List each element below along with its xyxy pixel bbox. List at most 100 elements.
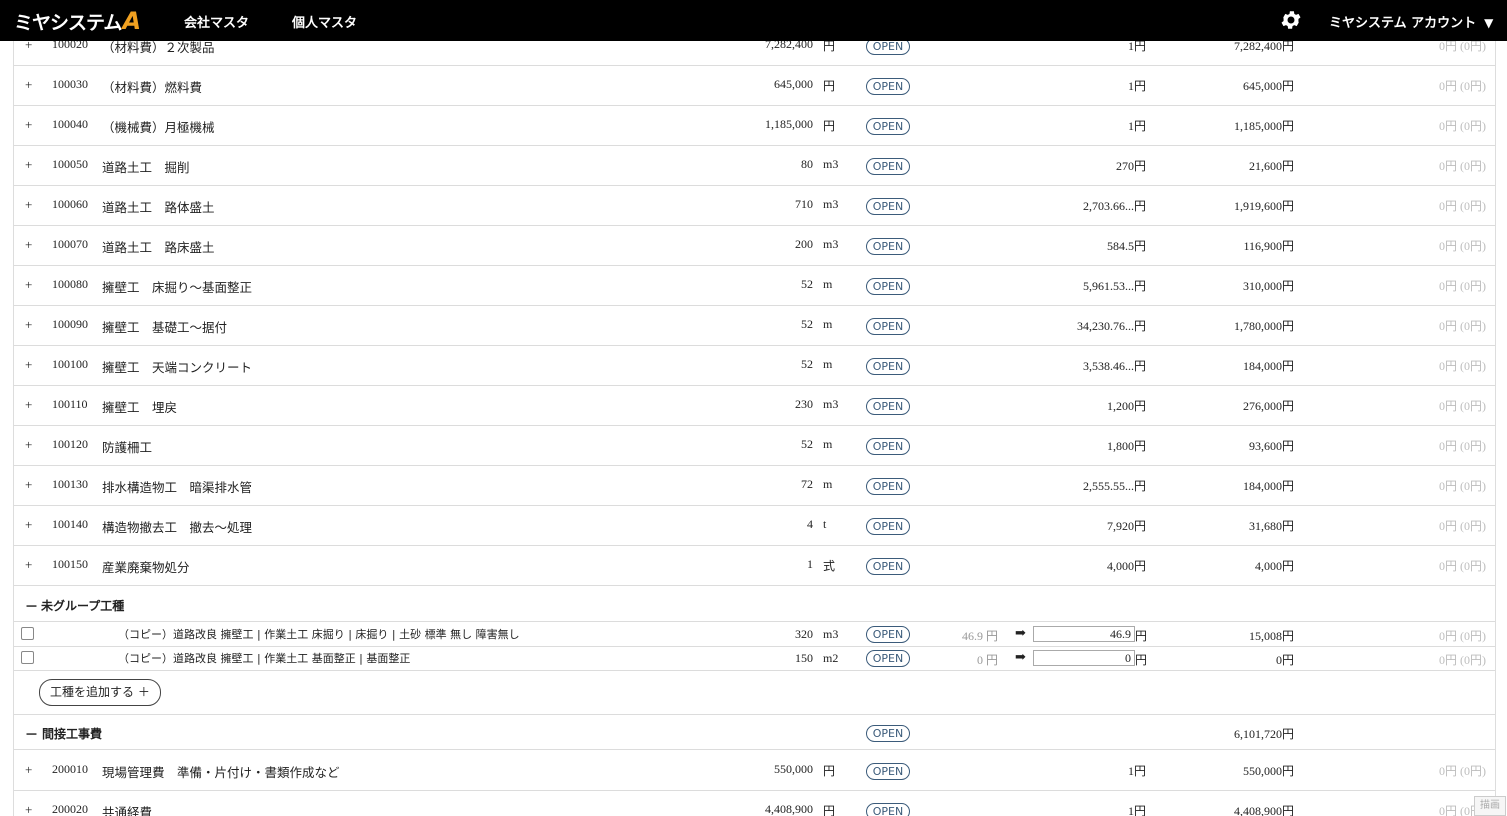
item-code: 100020 [52,41,88,51]
status-badge[interactable]: OPEN [866,650,910,667]
collapse-toggle[interactable]: － [25,724,38,743]
collapse-toggle[interactable]: － [25,596,38,615]
table-row: +100020 （材料費）２次製品 7,282,400 円 OPEN 1円 7,282,40… [14,41,1495,66]
draw-tag[interactable]: 描画 [1474,796,1506,816]
item-unit-price: 5,961.53...円 [1082,279,1146,293]
status-badge[interactable]: OPEN [866,558,910,575]
status-badge[interactable]: OPEN [866,158,910,175]
top-bar: ミヤシステムA 会社マスタ 個人マスタ ミヤシステム アカウント ▼ [0,0,1507,41]
item-name: （材料費）燃料費 [102,81,203,95]
item-unit-price: 584.5円 [1106,239,1146,253]
status-badge[interactable]: OPEN [866,518,910,535]
item-amount: 21,600円 [1248,159,1294,173]
item-amount: 310,000円 [1242,279,1294,293]
expand-icon[interactable]: + [25,802,32,816]
account-label: ミヤシステム アカウント [1329,16,1477,31]
status-badge[interactable]: OPEN [866,763,910,780]
unit-price-input[interactable]: 0 [1033,650,1135,666]
item-code: 100060 [52,197,88,211]
logo-text: ミヤシステム [14,12,122,34]
item-quantity: 1 [807,557,813,571]
status-badge[interactable]: OPEN [866,626,910,643]
item-unit-price: 1円 [1127,41,1146,53]
status-badge[interactable]: OPEN [866,358,910,375]
status-badge[interactable]: OPEN [866,238,910,255]
status-badge[interactable]: OPEN [866,78,910,95]
expand-icon[interactable]: + [25,157,32,173]
row-checkbox[interactable] [21,651,34,664]
status-badge[interactable]: OPEN [866,725,910,742]
table-row: （コピー）道路改良 擁壁工 | 作業土工 基面整正 | 基面整正 150 m2 OPE… [14,646,1495,671]
item-diff: 0円 (0円) [1439,159,1486,173]
status-badge[interactable]: OPEN [866,438,910,455]
item-diff: 0円 (0円) [1439,239,1486,253]
status-badge[interactable]: OPEN [866,41,910,55]
item-name: 共通経費 [102,806,153,816]
indirect-section-header: － 間接工事費 OPEN 6,101,720円 [14,714,1495,750]
item-quantity: 52 [801,437,813,451]
table-row: +100130 排水構造物工 暗渠排水管 72 m OPEN 2,555.55...円 18… [14,465,1495,506]
account-menu[interactable]: ミヤシステム アカウント ▼ [1329,12,1493,31]
item-quantity: 52 [801,357,813,371]
gear-icon[interactable] [1279,8,1303,32]
item-unit-price: 1円 [1127,764,1146,778]
expand-icon[interactable]: + [25,237,32,253]
expand-icon[interactable]: + [25,517,32,533]
item-diff: 0円 (0円) [1439,399,1486,413]
expand-icon[interactable]: + [25,117,32,133]
add-work-type-button[interactable]: 工種を追加する ＋ [39,679,161,706]
item-unit-price: 4,000円 [1106,559,1146,573]
item-name: 道路土工 路床盛土 [102,241,215,255]
unit-price-input[interactable]: 46.9 [1033,626,1135,642]
item-unit-price: 34,230.76...円 [1076,319,1146,333]
expand-icon[interactable]: + [25,397,32,413]
expand-icon[interactable]: + [25,357,32,373]
status-badge[interactable]: OPEN [866,118,910,135]
status-badge[interactable]: OPEN [866,803,910,816]
item-quantity: 645,000 [774,77,813,91]
logo[interactable]: ミヤシステムA [14,7,141,35]
expand-icon[interactable]: + [25,437,32,453]
item-name: 擁壁工 床掘り～基面整正 [102,281,253,295]
item-quantity: 4 [807,517,813,531]
table-row: +200020 共通経費 4,408,900 円 OPEN 1円 4,408,900円 0円 … [14,790,1495,816]
item-code: 100030 [52,77,88,91]
nav-company-master[interactable]: 会社マスタ [184,12,249,31]
table-row: +100140 構造物撤去工 撤去～処理 4 t OPEN 7,920円 31,680円 0円… [14,505,1495,546]
table-row: （コピー）道路改良 擁壁工 | 作業土工 床掘り | 床掘り | 土砂 標準 無… [14,621,1495,647]
item-unit: 円 [823,41,836,53]
expand-icon[interactable]: + [25,277,32,293]
expand-icon[interactable]: + [25,557,32,573]
item-name: 道路土工 掘削 [102,161,190,175]
expand-icon[interactable]: + [25,41,32,53]
status-badge[interactable]: OPEN [866,318,910,335]
item-diff: 0円 (0円) [1439,559,1486,573]
item-unit: m [823,277,833,291]
expand-icon[interactable]: + [25,762,32,778]
item-code: 200020 [52,802,88,816]
item-amount: 276,000円 [1242,399,1294,413]
status-badge[interactable]: OPEN [866,398,910,415]
expand-icon[interactable]: + [25,197,32,213]
item-amount: 184,000円 [1242,479,1294,493]
item-code: 100090 [52,317,88,331]
status-badge[interactable]: OPEN [866,198,910,215]
item-amount: 4,408,900円 [1233,804,1294,816]
chevron-down-icon: ▼ [1484,16,1494,30]
expand-icon[interactable]: + [25,477,32,493]
status-badge[interactable]: OPEN [866,278,910,295]
item-code: 200010 [52,762,88,776]
section-title: 未グループ工種 [41,599,125,613]
item-unit: 円 [823,804,836,816]
row-checkbox[interactable] [21,627,34,640]
expand-icon[interactable]: + [25,317,32,333]
item-unit: m [823,437,833,451]
table-row: +100040 （機械費）月極機械 1,185,000 円 OPEN 1円 1,185,00… [14,105,1495,146]
status-badge[interactable]: OPEN [866,478,910,495]
item-code: 100130 [52,477,88,491]
expand-icon[interactable]: + [25,77,32,93]
item-amount: 1,919,600円 [1233,199,1294,213]
item-diff: 0円 (0円) [1439,439,1486,453]
item-unit: m3 [823,397,839,411]
nav-personal-master[interactable]: 個人マスタ [292,12,357,31]
